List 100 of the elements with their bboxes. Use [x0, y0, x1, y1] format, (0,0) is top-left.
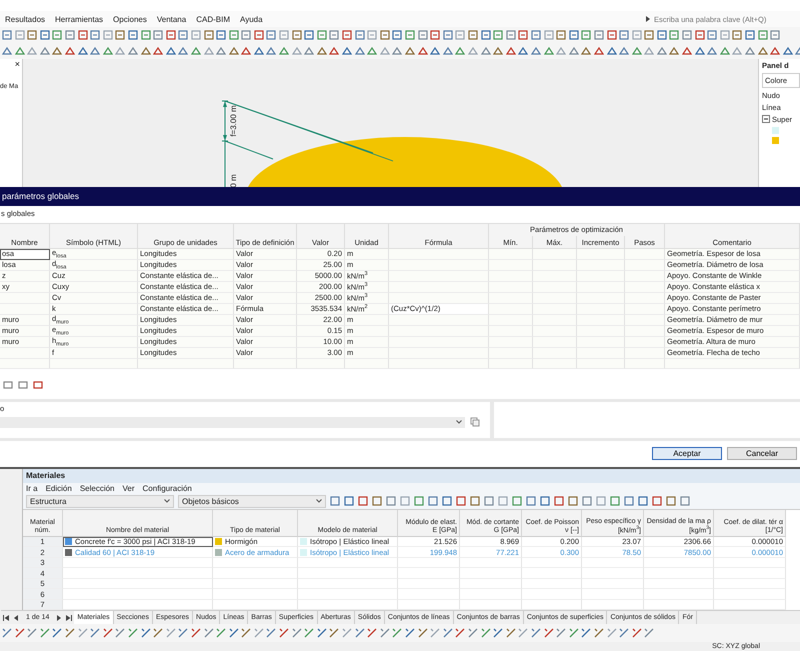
toolbar-icon[interactable] [707, 46, 718, 56]
menu-item[interactable]: Ayuda [240, 14, 263, 24]
toolbar-icon[interactable] [128, 628, 138, 638]
toolbar-icon[interactable] [414, 496, 424, 506]
toolbar-icon[interactable] [78, 30, 88, 40]
toolbar-icon[interactable] [190, 46, 201, 56]
toolbar-icon[interactable] [506, 46, 516, 56]
toolbar-icon[interactable] [279, 628, 290, 638]
menu-item[interactable]: CAD-BIM [196, 14, 230, 24]
toolbar-icon[interactable] [652, 496, 662, 506]
toolbar-icon[interactable] [581, 46, 592, 56]
toolbar-icon[interactable] [367, 46, 378, 56]
toolbar-icon[interactable] [493, 628, 504, 638]
toolbar-icon[interactable] [582, 496, 592, 506]
toolbar-icon[interactable] [140, 628, 151, 638]
toolbar-icon[interactable] [506, 628, 516, 638]
toolbar-icon[interactable] [632, 30, 642, 40]
toolbar-icon[interactable] [254, 628, 264, 638]
toolbar-icon[interactable] [292, 30, 302, 40]
toolbar-icon[interactable] [594, 46, 604, 56]
toolbar-icon[interactable] [666, 496, 676, 506]
toolbar-icon[interactable] [90, 30, 100, 40]
toolbar-icon[interactable] [52, 628, 62, 638]
toolbar-icon[interactable] [644, 30, 654, 40]
toolbar-icon[interactable] [556, 628, 566, 638]
toolbar-icon[interactable] [405, 46, 415, 56]
toolbar-icon[interactable] [241, 46, 252, 56]
toolbar-icon[interactable] [606, 628, 616, 638]
toolbar-icon[interactable] [556, 30, 566, 40]
toolbar-icon[interactable] [707, 30, 718, 40]
toolbar-icon[interactable] [392, 30, 402, 40]
toolbar-icon[interactable] [568, 496, 578, 506]
toolbar-icon[interactable] [40, 46, 50, 56]
toolbar-icon[interactable] [392, 46, 402, 56]
toolbar-icon[interactable] [52, 46, 62, 56]
toolbar-icon[interactable] [568, 628, 579, 638]
toolbar-icon[interactable] [18, 380, 28, 390]
toolbar-icon[interactable] [27, 30, 38, 40]
toolbar-icon[interactable] [540, 496, 550, 506]
toolbar-icon[interactable] [354, 30, 365, 40]
toolbar-icon[interactable] [292, 628, 302, 638]
toolbar-icon[interactable] [694, 30, 705, 40]
toolbar-icon[interactable] [418, 46, 428, 56]
toolbar-icon[interactable] [669, 30, 680, 40]
toolbar-icon[interactable] [720, 46, 730, 56]
menu-item[interactable]: Selección [80, 484, 114, 493]
next-icon[interactable] [56, 614, 62, 621]
toolbar-icon[interactable] [330, 496, 340, 506]
toolbar-icon[interactable] [638, 496, 648, 506]
toolbar-icon[interactable] [3, 380, 13, 390]
toolbar-icon[interactable] [745, 46, 756, 56]
toolbar-icon[interactable] [90, 628, 100, 638]
toolbar-icon[interactable] [732, 30, 742, 40]
toolbar-icon[interactable] [90, 46, 100, 56]
toolbar-icon[interactable] [493, 30, 504, 40]
toolbar-icon[interactable] [204, 30, 214, 40]
toolbar-icon[interactable] [594, 628, 604, 638]
toolbar-icon[interactable] [14, 628, 25, 638]
toolbar-icon[interactable] [64, 628, 75, 638]
toolbar-icon[interactable] [115, 628, 126, 638]
toolbar-icon[interactable] [14, 46, 25, 56]
toolbar-icon[interactable] [556, 46, 566, 56]
toolbar-icon[interactable] [544, 628, 554, 638]
toolbar-icon[interactable] [204, 628, 214, 638]
dialog-button[interactable]: Aceptar [652, 447, 722, 460]
toolbar-icon[interactable] [204, 46, 214, 56]
toolbar-icon[interactable] [380, 46, 390, 56]
toolbar-icon[interactable] [480, 46, 491, 56]
last-page-icon[interactable] [66, 614, 72, 621]
toolbar-icon[interactable] [581, 30, 592, 40]
menu-item[interactable]: Edición [46, 484, 72, 493]
toolbar-icon[interactable] [354, 628, 365, 638]
toolbar-icon[interactable] [380, 30, 390, 40]
toolbar-icon[interactable] [656, 46, 667, 56]
toolbar-icon[interactable] [254, 46, 264, 56]
toolbar-icon[interactable] [102, 30, 113, 40]
toolbar-icon[interactable] [64, 30, 75, 40]
toolbar-icon[interactable] [115, 46, 126, 56]
toolbar-icon[interactable] [266, 46, 276, 56]
toolbar-icon[interactable] [456, 496, 466, 506]
toolbar-icon[interactable] [418, 30, 428, 40]
close-icon[interactable]: × [14, 58, 22, 69]
toolbar-icon[interactable] [329, 46, 340, 56]
toolbar-icon[interactable] [33, 380, 43, 390]
menu-item[interactable]: Herramientas [55, 14, 104, 24]
toolbar-icon[interactable] [140, 46, 151, 56]
toolbar-icon[interactable] [782, 46, 793, 56]
toolbar-icon[interactable] [304, 30, 314, 40]
toolbar-icon[interactable] [619, 30, 630, 40]
toolbar-icon[interactable] [128, 46, 138, 56]
toolbar-icon[interactable] [27, 46, 38, 56]
toolbar-icon[interactable] [304, 46, 314, 56]
menu-item[interactable]: Ir a [26, 484, 38, 493]
toolbar-icon[interactable] [358, 496, 368, 506]
toolbar-icon[interactable] [178, 30, 188, 40]
toolbar-icon[interactable] [506, 30, 516, 40]
toolbar-icon[interactable] [732, 46, 742, 56]
filter-dropdown[interactable]: Estructura [30, 496, 66, 506]
toolbar-icon[interactable] [468, 628, 478, 638]
toolbar-icon[interactable] [430, 30, 440, 40]
